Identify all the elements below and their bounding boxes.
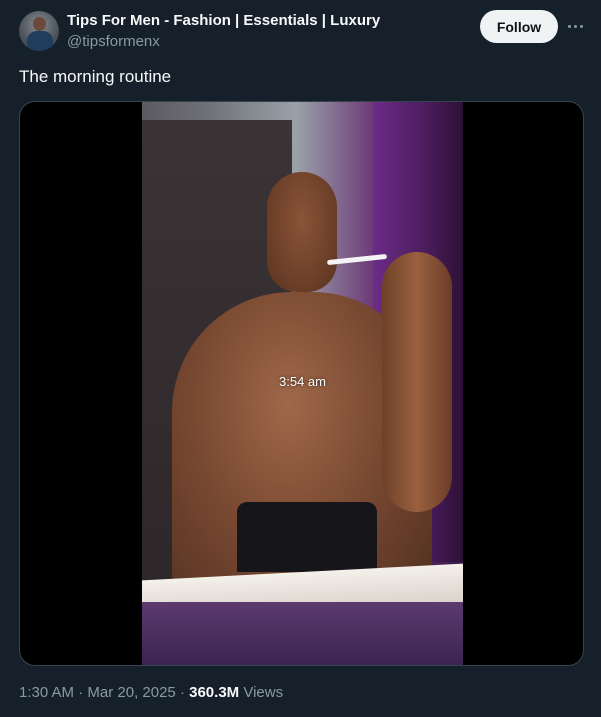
more-dot — [573, 24, 577, 28]
video-time-overlay: 3:54 am — [279, 374, 326, 389]
tweet-meta: 1:30 AM · Mar 20, 2025 · 360.3M Views — [19, 684, 283, 701]
views-label: Views — [239, 684, 284, 701]
more-options-icon[interactable] — [564, 16, 586, 36]
follow-button[interactable]: Follow — [480, 10, 558, 43]
avatar-body — [27, 31, 53, 51]
tweet-video[interactable]: 3:54 am — [19, 101, 584, 666]
author-display-name[interactable]: Tips For Men - Fashion | Essentials | Lu… — [67, 12, 380, 29]
tweet-date[interactable]: Mar 20, 2025 — [87, 684, 175, 701]
video-person-head — [267, 172, 337, 292]
avatar-head — [33, 17, 46, 31]
views-count: 360.3M — [189, 684, 240, 701]
tweet-text: The morning routine — [19, 67, 172, 86]
tweet-time[interactable]: 1:30 AM — [19, 684, 74, 701]
meta-separator: · — [74, 684, 88, 701]
author-avatar[interactable] — [19, 11, 59, 51]
more-dot — [567, 24, 571, 28]
meta-separator: · — [175, 684, 190, 701]
author-handle[interactable]: @tipsformenx — [67, 33, 160, 50]
more-dot — [579, 24, 583, 28]
video-shorts — [237, 502, 377, 572]
video-counter-front — [142, 602, 463, 665]
